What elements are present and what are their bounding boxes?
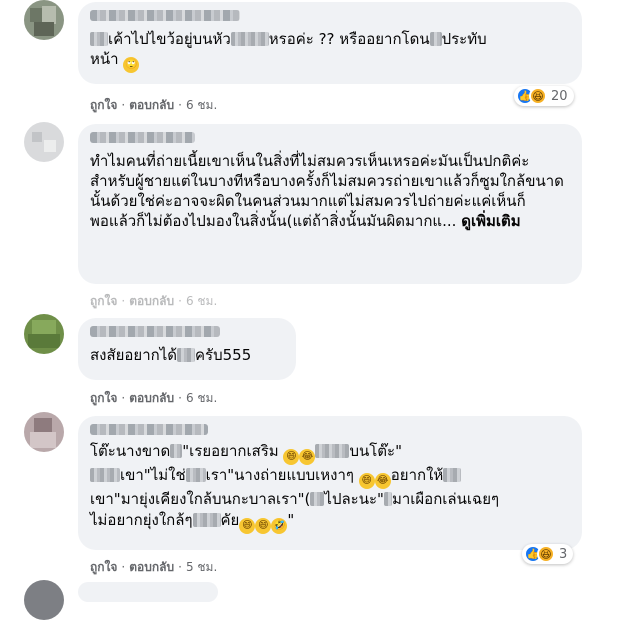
grinning-emoji-icon: 😄 (283, 449, 300, 465)
reaction-summary[interactable]: 👍 😆 20 (514, 86, 574, 106)
reaction-count: 3 (559, 546, 568, 562)
commenter-name-blurred[interactable] (90, 132, 195, 143)
laughing-emoji-icon: 😂 (299, 449, 316, 465)
comment-bubble: เค้าไปไขว้อยู่บนหัว หรอค่ะ ?? หรืออยากโดน… (78, 2, 582, 84)
avatar[interactable] (24, 412, 64, 452)
like-link[interactable]: ถูกใจ (90, 391, 117, 405)
reply-link[interactable]: ตอบกลับ (129, 294, 174, 308)
comment-text: เค้าไปไขว้อยู่บนหัว หรอค่ะ ?? หรืออยากโดน… (90, 29, 570, 73)
like-link[interactable]: ถูกใจ (90, 98, 117, 112)
comment-actions: ถูกใจ · ตอบกลับ · 6 ชม. (90, 294, 218, 308)
eye-roll-emoji-icon: 🙄 (123, 57, 140, 73)
grinning-emoji-icon: 😄 (358, 473, 375, 489)
comment-text: สงสัยอยากได้ ครับ555 (90, 346, 252, 364)
laughing-emoji-icon: 😂 (374, 473, 391, 489)
avatar[interactable] (24, 0, 64, 40)
comment-text: โต๊ะนางขาด "เรยอยากเสริม 😄 😂 บนโต๊ะ" เขา"ไม… (90, 441, 570, 534)
comment-actions: ถูกใจ · ตอบกลับ · 6 ชม. (90, 98, 218, 112)
commenter-name-blurred[interactable] (90, 326, 220, 337)
reaction-summary[interactable]: 👍 😆 3 (522, 544, 574, 564)
timestamp[interactable]: 6 ชม. (186, 391, 217, 405)
like-link[interactable]: ถูกใจ (90, 560, 117, 574)
reply-link[interactable]: ตอบกลับ (129, 391, 174, 405)
reaction-count: 20 (551, 88, 568, 104)
haha-reaction-icon: 😆 (537, 545, 555, 563)
comment-actions: ถูกใจ · ตอบกลับ · 6 ชม. (90, 391, 218, 405)
comment-text: ทำไมคนที่ถ่ายเนี้ยเขาเห็นในสิ่งที่ไม่สมค… (90, 152, 564, 230)
comment-bubble: สงสัยอยากได้ ครับ555 (78, 318, 296, 380)
timestamp[interactable]: 6 ชม. (186, 294, 217, 308)
timestamp[interactable]: 5 ชม. (186, 560, 217, 574)
avatar[interactable] (24, 314, 64, 354)
avatar[interactable] (24, 122, 64, 162)
comment-actions: ถูกใจ · ตอบกลับ · 5 ชม. (90, 560, 218, 574)
like-link[interactable]: ถูกใจ (90, 294, 117, 308)
avatar[interactable] (24, 580, 64, 620)
commenter-name-blurred[interactable] (90, 10, 240, 21)
grinning-emoji-icon: 😄 (255, 518, 272, 534)
see-more-link[interactable]: ดูเพิ่มเติม (461, 212, 520, 230)
comment-bubble: ทำไมคนที่ถ่ายเนี้ยเขาเห็นในสิ่งที่ไม่สมค… (78, 124, 582, 284)
grinning-emoji-icon: 😄 (239, 518, 256, 534)
reply-link[interactable]: ตอบกลับ (129, 98, 174, 112)
rofl-emoji-icon: 🤣 (271, 518, 288, 534)
timestamp[interactable]: 6 ชม. (186, 98, 217, 112)
comment-bubble-partial (78, 582, 218, 602)
commenter-name-blurred[interactable] (90, 424, 208, 435)
reply-link[interactable]: ตอบกลับ (129, 560, 174, 574)
comment-bubble: โต๊ะนางขาด "เรยอยากเสริม 😄 😂 บนโต๊ะ" เขา"ไม… (78, 416, 582, 550)
haha-reaction-icon: 😆 (529, 87, 547, 105)
